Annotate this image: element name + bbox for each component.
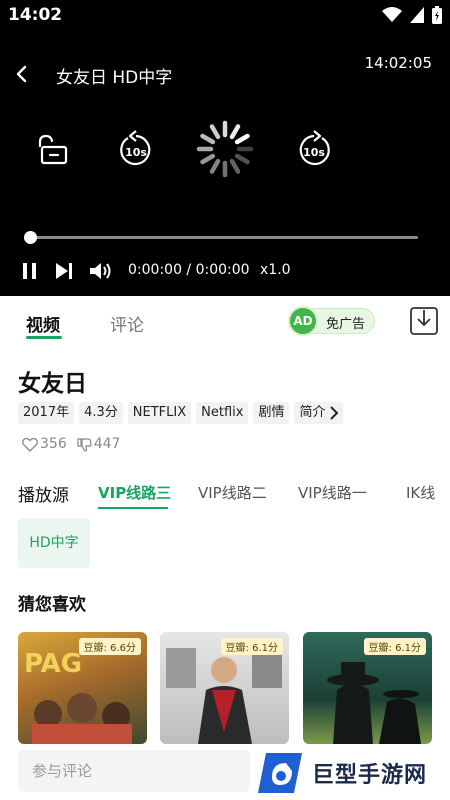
comment-input[interactable] bbox=[18, 750, 250, 792]
recommend-card-3[interactable]: 豆瓣: 6.1分 bbox=[303, 632, 432, 744]
movie-title: 女友日 bbox=[18, 371, 87, 397]
spinner-spoke bbox=[229, 158, 241, 174]
spinner-spoke bbox=[229, 124, 241, 140]
spinner-spoke bbox=[209, 124, 221, 140]
recommend-card-1[interactable]: PAG 豆瓣: 6.6分 bbox=[18, 632, 147, 744]
dislike-button[interactable]: 447 bbox=[77, 436, 121, 452]
like-count: 356 bbox=[40, 436, 67, 452]
back-arrow-icon[interactable] bbox=[10, 60, 34, 88]
rewind-10s-button[interactable]: 10s bbox=[118, 130, 154, 168]
speed-button[interactable]: x1.0 bbox=[260, 262, 291, 278]
source-tab-vip2[interactable]: VIP线路二 bbox=[198, 482, 267, 503]
chevron-right-icon bbox=[330, 406, 339, 420]
seek-thumb[interactable] bbox=[24, 231, 37, 244]
recommend-card-2[interactable]: 豆瓣: 6.1分 bbox=[160, 632, 289, 744]
pause-icon[interactable] bbox=[20, 260, 40, 282]
loading-spinner-icon bbox=[196, 120, 254, 178]
intro-button[interactable]: 简介 bbox=[294, 402, 344, 424]
movie-stats: 356 447 bbox=[22, 436, 130, 452]
rating-badge: 豆瓣: 6.1分 bbox=[220, 638, 283, 655]
rewind-icon: 10s bbox=[120, 130, 151, 166]
spinner-spoke bbox=[200, 133, 216, 145]
video-player[interactable]: 14:02 女友日 HD中字 14:02:05 10s 10s 0:00:00 … bbox=[0, 0, 450, 296]
intro-label: 简介 bbox=[299, 405, 326, 420]
status-icons bbox=[382, 6, 442, 24]
thumbs-down-icon bbox=[77, 437, 92, 452]
watermark-logo: 巨型手游网 bbox=[258, 748, 450, 798]
tag-year: 2017年 bbox=[18, 402, 75, 424]
source-tab-ik[interactable]: IK线 bbox=[406, 482, 435, 503]
heart-icon bbox=[22, 437, 38, 452]
forward-10s-button[interactable]: 10s bbox=[296, 130, 332, 168]
tag-platform: NETFLIX bbox=[127, 402, 192, 424]
dislike-count: 447 bbox=[93, 436, 121, 452]
wifi-icon bbox=[382, 7, 402, 22]
signal-icon bbox=[410, 7, 424, 23]
spinner-spoke bbox=[200, 153, 216, 165]
download-icon[interactable] bbox=[409, 306, 439, 336]
tag-score: 4.3分 bbox=[79, 402, 123, 424]
tab-comments[interactable]: 评论 bbox=[110, 311, 144, 336]
source-indicator bbox=[98, 507, 168, 509]
next-icon[interactable] bbox=[53, 260, 75, 282]
movie-tags: 2017年 4.3分 NETFLIX Netflix 剧情 简介 bbox=[18, 402, 344, 424]
bottom-bar: 巨型手游网 bbox=[0, 744, 450, 800]
battery-icon bbox=[432, 6, 442, 24]
seek-bar[interactable] bbox=[24, 231, 420, 244]
source-tab-vip3[interactable]: VIP线路三 bbox=[98, 482, 171, 503]
remove-ads-label: 免广告 bbox=[326, 317, 366, 332]
like-button[interactable]: 356 bbox=[22, 436, 67, 452]
forward-icon: 10s bbox=[299, 130, 330, 166]
svg-text:PAG: PAG bbox=[24, 649, 82, 679]
watermark-logo-icon bbox=[258, 753, 302, 793]
volume-icon[interactable] bbox=[88, 260, 114, 282]
source-label: 播放源 bbox=[18, 486, 69, 506]
spinner-spoke bbox=[234, 133, 250, 145]
tag-region: Netflix bbox=[196, 402, 249, 424]
ad-badge: AD bbox=[288, 306, 318, 336]
tab-video[interactable]: 视频 bbox=[26, 311, 60, 336]
unlock-icon[interactable] bbox=[34, 134, 70, 166]
recommend-title: 猜您喜欢 bbox=[18, 595, 86, 615]
seek-track bbox=[30, 236, 418, 239]
content-tabs: 视频 评论 AD 免广告 bbox=[0, 296, 450, 346]
player-header: 女友日 HD中字 14:02:05 bbox=[0, 54, 450, 92]
watermark-text: 巨型手游网 bbox=[312, 763, 428, 788]
source-selector: 播放源 VIP线路三 VIP线路二 VIP线路一 IK线 bbox=[0, 474, 450, 514]
rewind-label: 10s bbox=[125, 146, 147, 159]
forward-label: 10s bbox=[303, 146, 325, 159]
time-display: 0:00:00 / 0:00:00 bbox=[128, 262, 250, 278]
spinner-spoke bbox=[209, 158, 221, 174]
tab-indicator bbox=[26, 336, 62, 339]
rating-badge: 豆瓣: 6.6分 bbox=[78, 638, 141, 655]
source-tab-vip1[interactable]: VIP线路一 bbox=[298, 482, 367, 503]
player-clock: 14:02:05 bbox=[364, 54, 432, 72]
player-controls: 0:00:00 / 0:00:00 x1.0 bbox=[0, 258, 450, 284]
episode-hd[interactable]: HD中字 bbox=[18, 518, 90, 568]
spinner-spoke bbox=[234, 153, 250, 165]
remove-ads-button[interactable]: AD 免广告 bbox=[288, 306, 375, 336]
tag-genre: 剧情 bbox=[253, 402, 290, 424]
rating-badge: 豆瓣: 6.1分 bbox=[363, 638, 426, 655]
video-title: 女友日 HD中字 bbox=[56, 68, 173, 88]
status-bar: 14:02 bbox=[0, 0, 450, 30]
status-time: 14:02 bbox=[8, 5, 63, 25]
